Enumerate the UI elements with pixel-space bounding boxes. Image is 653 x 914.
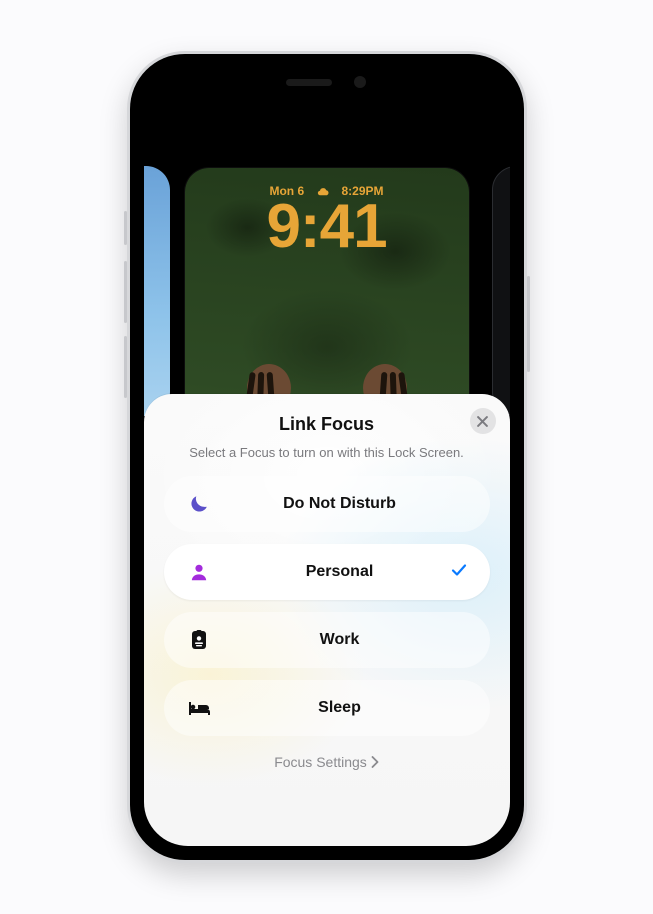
focus-item-do-not-disturb[interactable]: Do Not Disturb [164,476,490,532]
iphone-frame: Mon 6 8:29PM 9:41 [127,51,527,863]
focus-item-label: Work [212,631,468,649]
focus-item-sleep[interactable]: Sleep [164,680,490,736]
lockscreen-clock: 9:41 [185,196,469,258]
close-button[interactable] [470,408,496,434]
ringer-switch[interactable] [124,211,127,245]
focus-item-label: Sleep [212,699,468,717]
badge-icon [186,630,212,650]
focus-item-label: Do Not Disturb [212,495,468,513]
checkmark-icon [450,561,468,584]
focus-item-work[interactable]: Work [164,612,490,668]
sheet-title: Link Focus [166,414,488,435]
lockscreen-card-next[interactable] [492,166,510,416]
bezel: Mon 6 8:29PM 9:41 [130,54,524,860]
sheet-footer: Focus Settings [144,754,510,772]
focus-item-label: Personal [212,563,468,581]
volume-down-button[interactable] [124,336,127,398]
notch [252,68,402,98]
side-button[interactable] [527,276,530,372]
chevron-right-icon [371,756,379,768]
focus-settings-link[interactable]: Focus Settings [274,754,379,770]
sheet-subtitle: Select a Focus to turn on with this Lock… [166,445,488,460]
bed-icon [186,700,212,716]
sheet-header: Link Focus Select a Focus to turn on wit… [144,394,510,466]
volume-up-button[interactable] [124,261,127,323]
focus-settings-label: Focus Settings [274,754,367,770]
close-icon [477,416,488,427]
lockscreen-card-prev[interactable] [144,166,170,416]
focus-item-personal[interactable]: Personal [164,544,490,600]
screen: Mon 6 8:29PM 9:41 [144,68,510,846]
moon-icon [186,494,212,514]
person-icon [186,563,212,581]
link-focus-sheet: Link Focus Select a Focus to turn on wit… [144,394,510,846]
focus-list: Do Not Disturb Personal [144,466,510,736]
